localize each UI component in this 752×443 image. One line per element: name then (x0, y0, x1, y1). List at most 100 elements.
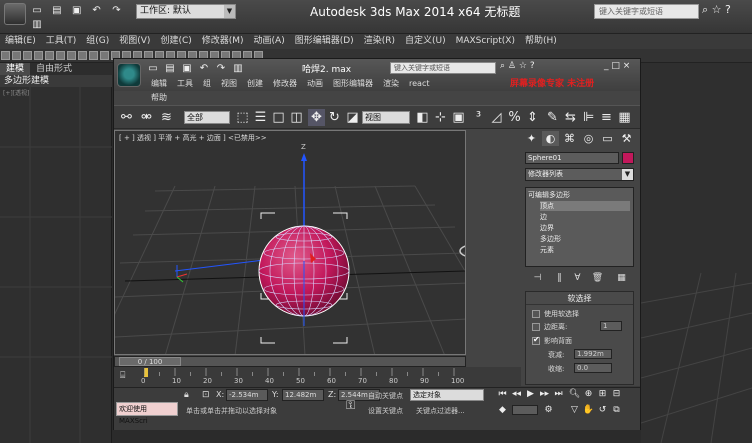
create-tab-icon[interactable]: ✦ (523, 131, 540, 146)
maxscript-listener[interactable]: 欢迎使用 MAXScri (116, 402, 178, 425)
menu-edit[interactable]: 编辑(E) (0, 34, 41, 49)
new-file-icon[interactable]: ▭ (146, 62, 160, 76)
unlink-icon[interactable] (34, 51, 43, 60)
falloff-spinner[interactable]: 1.992m (574, 349, 612, 359)
configure-modifier-sets-icon[interactable]: ▦ (615, 272, 628, 285)
window-crossing-icon[interactable] (100, 51, 109, 60)
app-logo[interactable] (117, 63, 141, 87)
object-name-field[interactable]: Sphere01 (525, 152, 619, 164)
mini-curve-editor-icon[interactable]: ⌸ (120, 371, 132, 382)
stack-item-border[interactable]: 边界 (540, 223, 554, 233)
save-file-icon[interactable]: ▣ (180, 62, 194, 76)
menu-maxscript[interactable]: MAXScript(X) (451, 34, 520, 49)
maximize-viewport-icon[interactable]: ⧉ (610, 404, 623, 416)
open-file-icon[interactable]: ▤ (163, 62, 177, 76)
save-file-icon[interactable]: ▣ (70, 4, 84, 18)
menu-views[interactable]: 视图 (216, 77, 242, 90)
modifier-list-select[interactable]: 修改器列表 ▼ (525, 168, 634, 181)
hierarchy-tab-icon[interactable]: ⌘ (561, 131, 578, 146)
selection-filter-select[interactable]: 全部 (184, 111, 230, 124)
redo-icon[interactable] (12, 51, 21, 60)
undo-icon[interactable]: ↶ (197, 62, 211, 76)
snaps-toggle-icon[interactable]: ³ (470, 109, 487, 126)
make-unique-icon[interactable]: ∀ (571, 272, 584, 285)
menu-animation[interactable]: 动画(A) (249, 34, 290, 49)
selection-set-select[interactable]: 选定对象 (410, 389, 484, 401)
absolute-mode-icon[interactable]: ⊡ (202, 390, 210, 400)
menu-modifiers[interactable]: 修改器 (268, 77, 302, 90)
select-by-name-icon[interactable] (78, 51, 87, 60)
project-folder-icon[interactable]: ▥ (231, 62, 245, 76)
minimize-icon[interactable]: _ (604, 61, 609, 71)
ribbon-poly-modeling[interactable]: 多边形建模 (0, 75, 112, 87)
help-icon[interactable]: ? (530, 61, 535, 71)
redo-icon[interactable]: ↷ (214, 62, 228, 76)
filter-icon[interactable] (56, 51, 65, 60)
percent-snap-icon[interactable]: % (506, 109, 523, 126)
stack-item-element[interactable]: 元素 (540, 245, 554, 255)
link-icon[interactable] (23, 51, 32, 60)
object-color-swatch[interactable] (622, 152, 634, 164)
use-soft-selection-checkbox[interactable] (532, 310, 540, 318)
mirror-icon[interactable]: ⇆ (562, 109, 579, 126)
setkey-button[interactable]: 设置关键点 (368, 406, 403, 416)
menu-react[interactable]: react (404, 77, 434, 90)
menu-tools[interactable]: 工具(T) (41, 34, 82, 49)
menu-help[interactable]: 帮助(H) (520, 34, 562, 49)
region-icon[interactable] (89, 51, 98, 60)
keyboard-shortcut-icon[interactable]: ▣ (450, 109, 467, 126)
menu-create[interactable]: 创建(C) (155, 34, 196, 49)
display-tab-icon[interactable]: ▭ (599, 131, 616, 146)
autokey-button[interactable]: 自动关键点 (368, 391, 403, 401)
zoom-extents-icon[interactable]: ⊞ (596, 388, 609, 400)
project-folder-icon[interactable]: ▥ (30, 18, 44, 32)
select-object-icon[interactable]: ⬚ (234, 109, 251, 126)
utilities-tab-icon[interactable]: ⚒ (618, 131, 635, 146)
link-icon[interactable]: ⚯ (118, 109, 135, 126)
close-icon[interactable]: × (623, 61, 631, 71)
select-icon[interactable] (67, 51, 76, 60)
spinner-snap-icon[interactable]: ⇕ (524, 109, 541, 126)
menu-customize[interactable]: 自定义(U) (400, 34, 451, 49)
time-slider-handle[interactable]: 0 / 100 (119, 357, 181, 366)
star-icon[interactable]: ☆ (519, 61, 527, 71)
maximize-icon[interactable]: □ (611, 61, 620, 71)
bind-space-warp-icon[interactable]: ≋ (158, 109, 175, 126)
workspace-select[interactable]: 工作区: 默认 ▼ (136, 4, 236, 19)
redo-icon[interactable]: ↷ (110, 4, 124, 18)
field-of-view-icon[interactable]: ▽ (568, 404, 581, 416)
key-filters-button[interactable]: 关键点过滤器... (416, 406, 465, 416)
show-end-result-icon[interactable]: ‖ (553, 272, 566, 285)
undo-icon[interactable] (1, 51, 10, 60)
search-icon[interactable]: ⌕ (500, 61, 505, 71)
key-icon[interactable]: ⚿ (346, 398, 355, 413)
unlink-icon[interactable]: ⚮ (138, 109, 155, 126)
menu-tools[interactable]: 工具 (172, 77, 198, 90)
new-file-icon[interactable]: ▭ (30, 4, 44, 18)
time-config-icon[interactable]: ⚙ (542, 404, 555, 416)
bind-icon[interactable] (45, 51, 54, 60)
stack-item-editable-poly[interactable]: 可编辑多边形 (528, 190, 570, 200)
layer-manager-icon[interactable]: ≡ (598, 109, 615, 126)
undo-icon[interactable]: ↶ (90, 4, 104, 18)
menu-edit[interactable]: 编辑 (146, 77, 172, 90)
go-to-start-icon[interactable]: ⏮ (496, 388, 509, 400)
align-icon[interactable]: ⊫ (580, 109, 597, 126)
help-icon[interactable]: ? (725, 3, 731, 16)
previous-frame-icon[interactable]: ◂◂ (510, 388, 523, 400)
zoom-icon[interactable]: 🔍︎ (568, 388, 581, 400)
menu-help[interactable]: 帮助 (146, 91, 172, 104)
menu-animation[interactable]: 动画 (302, 77, 328, 90)
key-mode-icon[interactable]: ◆ (496, 404, 509, 416)
user-icon[interactable]: ♙ (508, 61, 516, 71)
background-viewport-right[interactable] (641, 63, 752, 443)
viewcube[interactable] (459, 231, 466, 258)
menu-graph-editors[interactable]: 图形编辑器(D) (290, 34, 359, 49)
current-frame-field[interactable] (512, 405, 538, 415)
menu-views[interactable]: 视图(V) (114, 34, 155, 49)
edge-distance-checkbox[interactable] (532, 323, 540, 331)
pinch-spinner[interactable]: 0.0 (574, 363, 612, 373)
window-crossing-icon[interactable]: ◫ (288, 109, 305, 126)
angle-snap-icon[interactable]: ◿ (488, 109, 505, 126)
zoom-all-icon[interactable]: ⊕ (582, 388, 595, 400)
